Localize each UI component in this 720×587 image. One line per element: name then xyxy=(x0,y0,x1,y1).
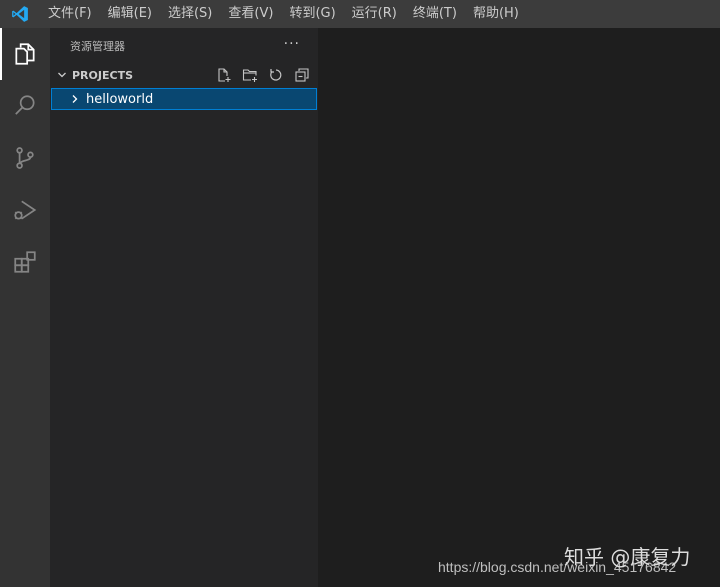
collapse-all-button[interactable] xyxy=(292,66,312,84)
activity-explorer-button[interactable] xyxy=(0,28,50,80)
extensions-icon xyxy=(14,251,36,273)
watermark-brand: 知乎 @康复力 xyxy=(564,545,691,569)
menu-selection[interactable]: 选择(S) xyxy=(160,0,220,28)
activity-extensions-button[interactable] xyxy=(0,236,50,288)
vscode-window: 文件(F) 编辑(E) 选择(S) 查看(V) 转到(G) 运行(R) 终端(T… xyxy=(0,0,720,587)
menu-go[interactable]: 转到(G) xyxy=(281,0,343,28)
more-actions-button[interactable]: ··· xyxy=(284,36,300,52)
refresh-icon xyxy=(270,69,282,81)
refresh-button[interactable] xyxy=(266,66,286,84)
chevron-down-icon xyxy=(52,64,72,86)
menu-terminal[interactable]: 终端(T) xyxy=(405,0,465,28)
menu-run[interactable]: 运行(R) xyxy=(344,0,405,28)
new-file-icon xyxy=(218,68,231,82)
sidebar-header: 资源管理器 ··· xyxy=(50,28,318,63)
menu-help[interactable]: 帮助(H) xyxy=(465,0,527,28)
vscode-logo-icon xyxy=(0,0,40,28)
run-debug-icon xyxy=(14,200,37,220)
menu-file[interactable]: 文件(F) xyxy=(40,0,100,28)
search-icon xyxy=(15,95,35,115)
section-title: PROJECTS xyxy=(72,68,133,82)
section-toolbar xyxy=(214,66,312,84)
collapse-all-icon xyxy=(295,68,309,82)
source-control-icon xyxy=(16,147,34,169)
files-icon xyxy=(15,43,35,65)
new-folder-button[interactable] xyxy=(240,66,260,84)
menu-bar: 文件(F) 编辑(E) 选择(S) 查看(V) 转到(G) 运行(R) 终端(T… xyxy=(0,0,720,28)
tree-item-helloworld[interactable]: helloworld xyxy=(51,88,317,110)
chevron-right-icon xyxy=(68,89,82,109)
menu-view[interactable]: 查看(V) xyxy=(220,0,281,28)
editor-area[interactable] xyxy=(318,28,720,587)
menu-edit[interactable]: 编辑(E) xyxy=(100,0,160,28)
new-folder-icon xyxy=(242,69,257,82)
activity-run-debug-button[interactable] xyxy=(0,184,50,236)
tree-item-label: helloworld xyxy=(86,91,154,107)
activity-bar xyxy=(0,28,50,587)
new-file-button[interactable] xyxy=(214,66,234,84)
sidebar-title: 资源管理器 xyxy=(70,39,125,53)
activity-search-button[interactable] xyxy=(0,80,50,132)
activity-source-control-button[interactable] xyxy=(0,132,50,184)
section-header-projects[interactable]: PROJECTS xyxy=(50,64,318,86)
explorer-sidebar: 资源管理器 ··· PROJECTS helloworld xyxy=(50,28,318,587)
